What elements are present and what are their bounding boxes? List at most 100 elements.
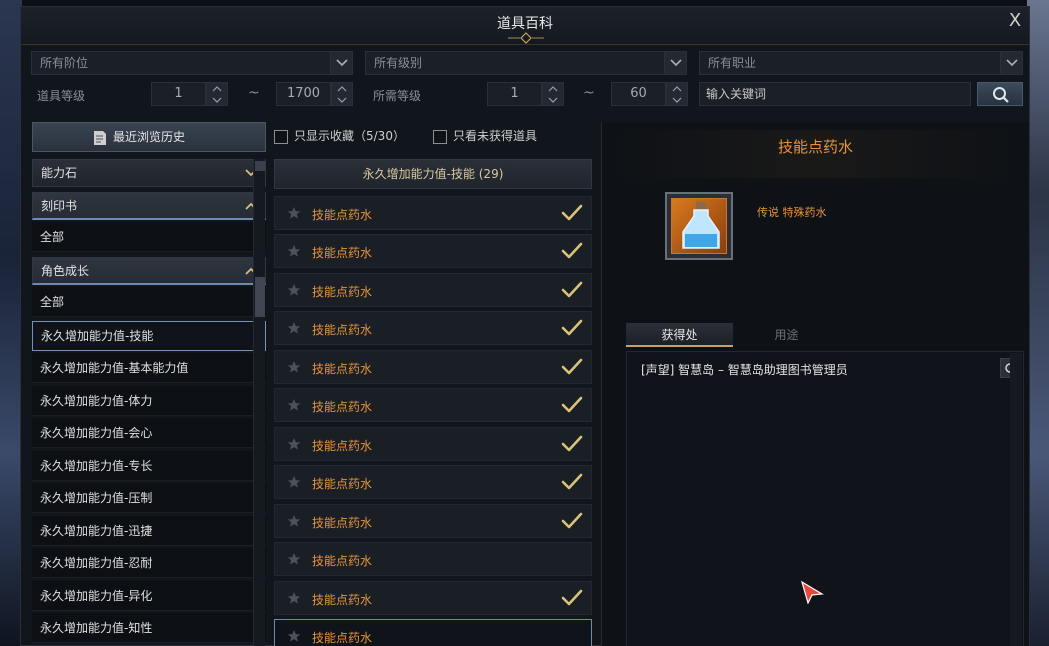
potion-item-icon <box>665 192 733 260</box>
item-row[interactable]: 技能点药水 <box>274 619 592 646</box>
favorite-star-icon[interactable] <box>287 475 301 489</box>
sub-item-crit[interactable]: 永久增加能力值-会心 <box>32 418 266 448</box>
item-level-min-input[interactable]: 1 <box>151 82 206 106</box>
item-name: 技能点药水 <box>312 593 373 607</box>
stepper-up-icon[interactable] <box>543 83 563 94</box>
favorite-star-icon[interactable] <box>287 321 301 335</box>
sub-item-vitality[interactable]: 永久增加能力值-体力 <box>32 386 266 416</box>
checkbox-box[interactable] <box>433 129 447 144</box>
favorite-star-icon[interactable] <box>287 552 301 566</box>
recent-history-button[interactable]: 最近浏览历史 <box>32 122 266 152</box>
sub-item-skill[interactable]: 永久增加能力值-技能 <box>32 321 266 351</box>
item-level-max-stepper[interactable] <box>331 82 353 106</box>
background-left <box>0 0 22 646</box>
required-level-label: 所需等级 <box>373 89 422 103</box>
history-document-icon <box>94 131 106 145</box>
sub-item-expertise[interactable]: 永久增加能力值-异化 <box>32 581 266 611</box>
search-button[interactable] <box>977 82 1023 106</box>
item-encyclopedia-window: 道具百科 X 所有阶位 所有级别 所有职业 道具等级 1 ~ 1700 所需等级… <box>20 6 1030 646</box>
item-name: 技能点药水 <box>312 208 373 222</box>
obtained-check-icon <box>561 358 583 375</box>
favorite-star-icon[interactable] <box>287 437 301 451</box>
sub-item-growth-all[interactable]: 全部 <box>32 287 266 317</box>
item-row[interactable]: 技能点药水 <box>274 311 592 345</box>
scroll-up-icon[interactable] <box>255 161 265 171</box>
item-row[interactable]: 技能点药水 <box>274 234 592 268</box>
unobtained-only-label: 只看未获得道具 <box>453 129 538 143</box>
item-name: 技能点药水 <box>312 631 373 645</box>
stepper-down-icon[interactable] <box>543 94 563 105</box>
favorite-star-icon[interactable] <box>287 360 301 374</box>
source-list: [声望] 智慧岛 – 智慧岛助理图书管理员 <box>626 351 1024 646</box>
category-scrollbar[interactable] <box>253 159 265 646</box>
tier-dropdown[interactable]: 所有阶位 <box>31 51 353 75</box>
favorite-star-icon[interactable] <box>287 283 301 297</box>
required-level-min-stepper[interactable] <box>542 82 564 106</box>
category-label: 刻印书 <box>41 199 78 213</box>
category-label: 能力石 <box>41 166 78 180</box>
item-row[interactable]: 技能点药水 <box>274 427 592 461</box>
item-level-min-stepper[interactable] <box>206 82 228 106</box>
chevron-down-icon <box>1000 52 1022 74</box>
sub-item-basic-stats[interactable]: 永久增加能力值-基本能力值 <box>32 353 266 383</box>
scroll-thumb[interactable] <box>255 277 265 317</box>
stepper-down-icon[interactable] <box>207 94 227 105</box>
favorite-star-icon[interactable] <box>287 629 301 643</box>
category-ability-stone[interactable]: 能力石 <box>32 159 266 187</box>
item-level-max-input[interactable]: 1700 <box>276 82 331 106</box>
item-row[interactable]: 技能点药水 <box>274 350 592 384</box>
search-input[interactable]: 输入关键词 <box>699 82 971 106</box>
stepper-up-icon[interactable] <box>332 83 352 94</box>
detail-item-name: 技能点药水 <box>777 138 853 156</box>
obtained-check-icon <box>561 435 583 452</box>
source-scrollbar[interactable] <box>1010 353 1022 646</box>
favorite-star-icon[interactable] <box>287 206 301 220</box>
required-level-min-input[interactable]: 1 <box>487 82 542 106</box>
category-character-growth[interactable]: 角色成长 <box>32 257 266 285</box>
stepper-up-icon[interactable] <box>667 83 687 94</box>
sub-item-specialization[interactable]: 永久增加能力值-专长 <box>32 451 266 481</box>
item-name: 技能点药水 <box>312 246 373 260</box>
favorite-star-icon[interactable] <box>287 514 301 528</box>
unobtained-only-checkbox[interactable]: 只看未获得道具 <box>433 127 537 145</box>
window-title: 道具百科 <box>497 16 553 32</box>
stepper-up-icon[interactable] <box>207 83 227 94</box>
item-row[interactable]: 技能点药水 <box>274 542 592 576</box>
sub-item-swiftness[interactable]: 永久增加能力值-迅捷 <box>32 516 266 546</box>
tab-usage[interactable]: 用途 <box>733 323 840 347</box>
item-row[interactable]: 技能点药水 <box>274 581 592 615</box>
stepper-down-icon[interactable] <box>332 94 352 105</box>
required-level-max-input[interactable]: 60 <box>611 82 666 106</box>
chevron-down-icon <box>664 52 686 74</box>
checkbox-box[interactable] <box>274 129 288 144</box>
item-name: 技能点药水 <box>312 362 373 376</box>
grade-dropdown[interactable]: 所有级别 <box>365 51 687 75</box>
required-level-max-stepper[interactable] <box>666 82 688 106</box>
sub-item-domination[interactable]: 永久增加能力值-压制 <box>32 483 266 513</box>
sub-item-intellect[interactable]: 永久增加能力值-知性 <box>32 613 266 643</box>
favorite-star-icon[interactable] <box>287 398 301 412</box>
close-button[interactable]: X <box>1005 11 1025 31</box>
stepper-down-icon[interactable] <box>667 94 687 105</box>
item-name: 技能点药水 <box>312 400 373 414</box>
item-name: 技能点药水 <box>312 285 373 299</box>
class-dropdown[interactable]: 所有职业 <box>699 51 1023 75</box>
favorite-star-icon[interactable] <box>287 244 301 258</box>
item-row[interactable]: 技能点药水 <box>274 504 592 538</box>
item-row[interactable]: 技能点药水 <box>274 388 592 422</box>
item-row[interactable]: 技能点药水 <box>274 465 592 499</box>
obtained-check-icon <box>561 319 583 336</box>
ornament-icon <box>508 32 544 44</box>
tab-source[interactable]: 获得处 <box>626 323 733 347</box>
sub-item-engraving-all[interactable]: 全部 <box>32 222 266 252</box>
sub-item-endurance[interactable]: 永久增加能力值-忍耐 <box>32 548 266 578</box>
range-separator: ~ <box>583 85 595 101</box>
obtained-check-icon <box>561 281 583 298</box>
item-row[interactable]: 技能点药水 <box>274 273 592 307</box>
item-row[interactable]: 技能点药水 <box>274 196 592 230</box>
favorites-only-checkbox[interactable]: 只显示收藏（5/30） <box>274 127 405 145</box>
favorite-star-icon[interactable] <box>287 591 301 605</box>
source-entry[interactable]: [声望] 智慧岛 – 智慧岛助理图书管理员 <box>641 361 848 378</box>
category-engraving-book[interactable]: 刻印书 <box>32 192 266 220</box>
chevron-down-icon <box>330 52 352 74</box>
